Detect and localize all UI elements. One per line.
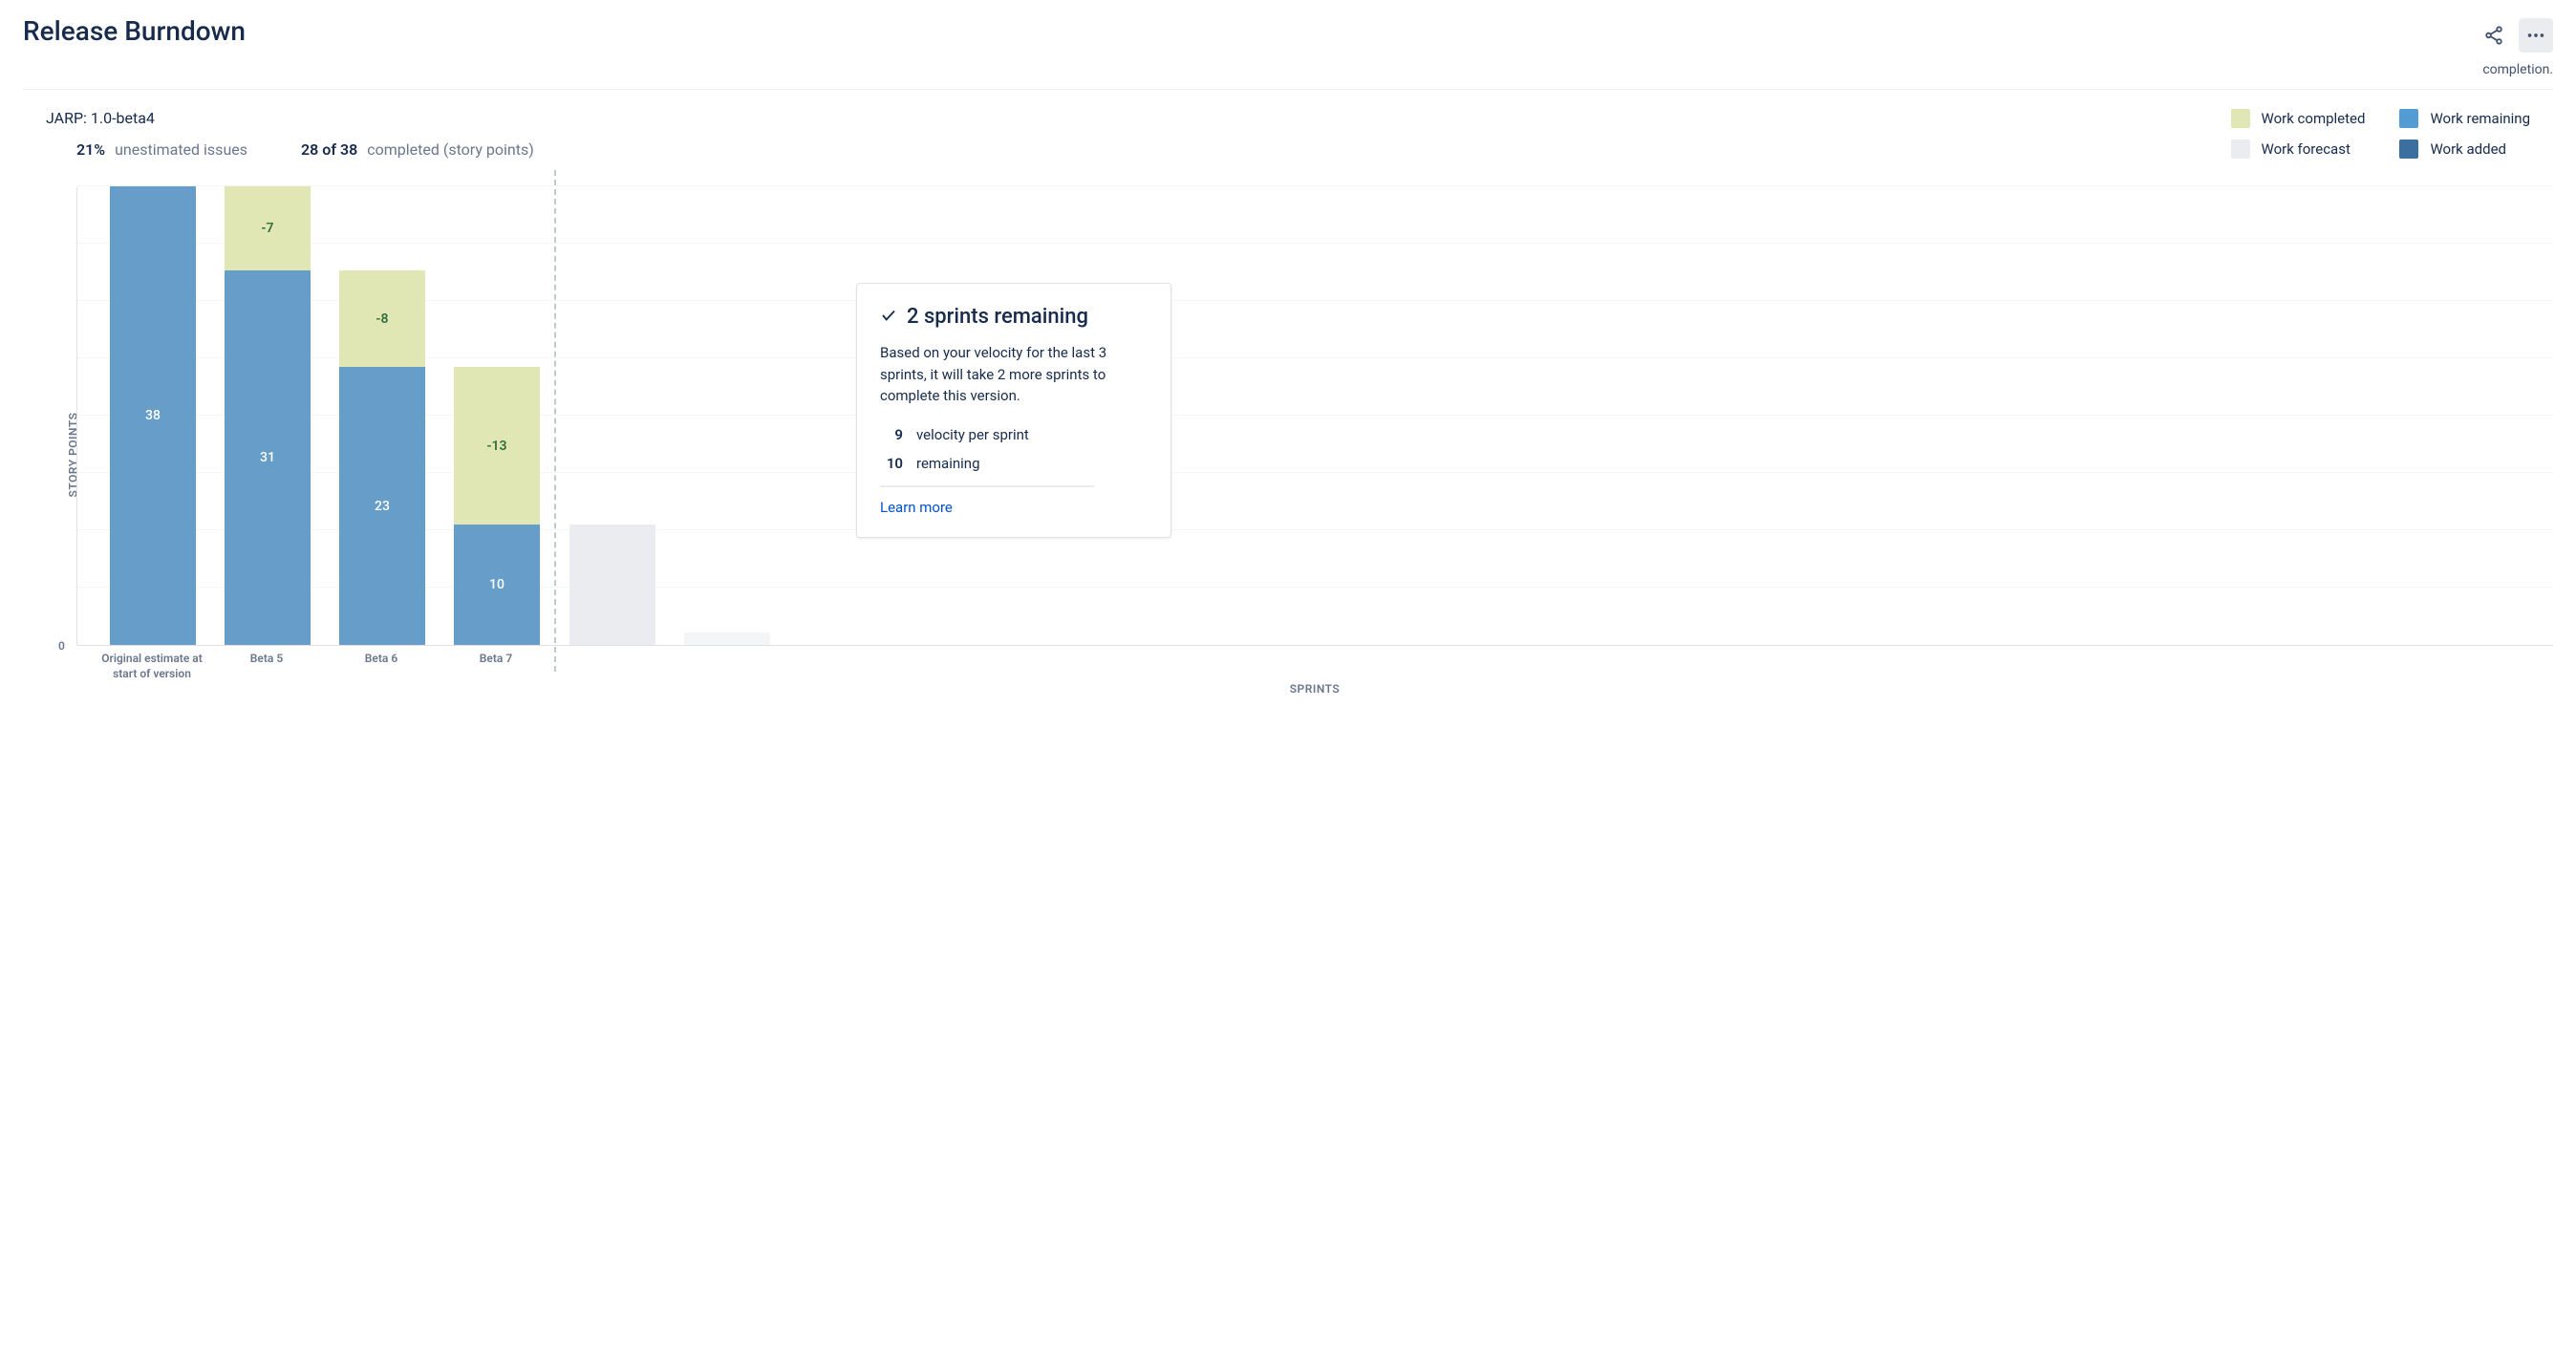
version-label: JARP: 1.0-beta4 — [46, 109, 2231, 127]
legend-remaining: Work remaining — [2399, 109, 2530, 128]
bar-remaining: 31 — [225, 270, 311, 645]
remaining-value: 10 — [880, 455, 903, 472]
forecast-desc: Based on your velocity for the last 3 sp… — [880, 342, 1148, 407]
x-axis: SPRINTS Original estimate at start of ve… — [76, 646, 2553, 703]
x-axis-label: SPRINTS — [1290, 682, 1341, 696]
bar-group[interactable]: 10-13 — [454, 367, 540, 645]
forecast-title: 2 sprints remaining — [907, 305, 1088, 329]
learn-more-link[interactable]: Learn more — [880, 499, 1148, 516]
completed-stat: 28 of 38 completed (story points) — [301, 140, 534, 159]
share-icon[interactable] — [2477, 18, 2511, 53]
unestimated-value: 21% — [76, 140, 105, 159]
legend-forecast-label: Work forecast — [2262, 140, 2351, 158]
x-tick: Beta 6 — [329, 652, 434, 667]
bar-completed: -13 — [454, 367, 540, 524]
page-title: Release Burndown — [23, 15, 246, 47]
legend-added: Work added — [2399, 139, 2530, 159]
forecast-bar[interactable] — [569, 525, 655, 645]
completed-label: completed (story points) — [367, 140, 534, 159]
completion-note: completion. — [23, 62, 2553, 77]
bar-remaining: 10 — [454, 525, 540, 645]
bar-remaining: 23 — [339, 367, 425, 645]
legend-remaining-label: Work remaining — [2430, 110, 2530, 127]
forecast-divider — [554, 170, 556, 672]
bar-group[interactable]: 31-7 — [225, 186, 311, 645]
bar-completed: -7 — [225, 186, 311, 270]
velocity-label: velocity per sprint — [916, 426, 1029, 443]
legend-added-label: Work added — [2430, 140, 2506, 158]
swatch-added — [2399, 139, 2418, 159]
bar-forecast — [569, 525, 655, 645]
legend-completed-label: Work completed — [2262, 110, 2366, 127]
x-tick: Beta 5 — [214, 652, 319, 667]
divider — [23, 89, 2553, 90]
velocity-row: 9 velocity per sprint — [880, 420, 1148, 449]
more-icon[interactable] — [2519, 18, 2553, 53]
swatch-remaining — [2399, 109, 2418, 128]
legend: Work completed Work remaining Work forec… — [2231, 109, 2531, 159]
forecast-card: 2 sprints remaining Based on your veloci… — [856, 283, 1171, 538]
check-icon — [880, 307, 897, 328]
forecast-bar[interactable] — [684, 633, 770, 645]
bar-group[interactable]: 23-8 — [339, 270, 425, 645]
unestimated-stat: 21% unestimated issues — [76, 140, 247, 159]
swatch-forecast — [2231, 139, 2250, 159]
velocity-value: 9 — [880, 426, 903, 443]
bar-remaining: 38 — [110, 186, 196, 645]
x-tick: Beta 7 — [443, 652, 548, 667]
completed-value: 28 of 38 — [301, 140, 357, 159]
bar-forecast — [684, 633, 770, 645]
unestimated-label: unestimated issues — [115, 140, 247, 159]
swatch-completed — [2231, 109, 2250, 128]
bar-group[interactable]: 38 — [110, 186, 196, 645]
zero-tick: 0 — [58, 639, 65, 653]
remaining-row: 10 remaining — [880, 449, 1148, 478]
remaining-label: remaining — [916, 455, 980, 472]
x-tick: Original estimate at start of version — [99, 652, 204, 681]
legend-forecast: Work forecast — [2231, 139, 2366, 159]
bar-completed: -8 — [339, 270, 425, 367]
legend-completed: Work completed — [2231, 109, 2366, 128]
chart-plot: 0 3831-723-810-13 2 sprints remaining Ba… — [76, 187, 2553, 646]
forecast-divider-line — [880, 485, 1094, 487]
